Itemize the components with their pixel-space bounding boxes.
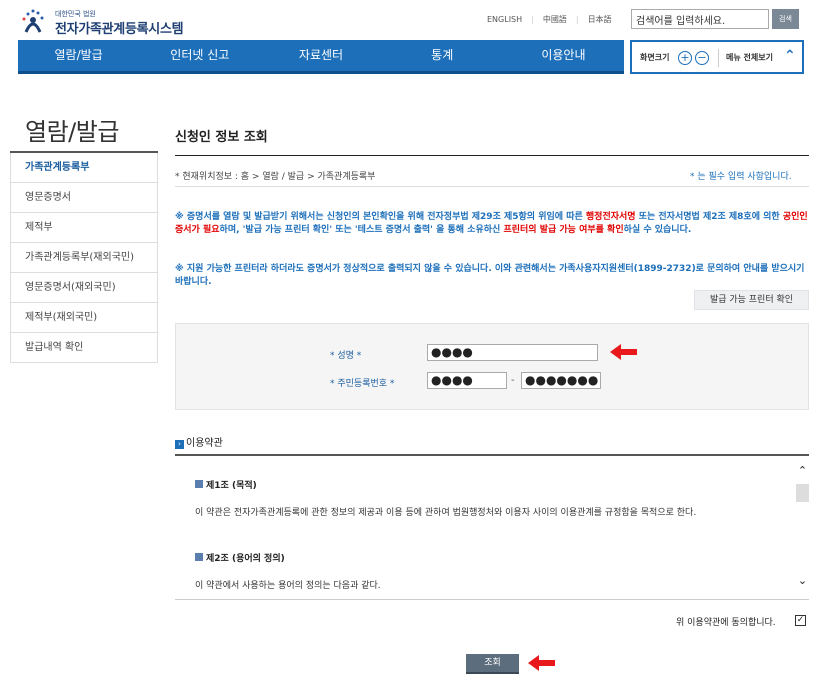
- nav-usage-guide[interactable]: 이용안내: [503, 40, 624, 71]
- sidebar-item-english-certificate[interactable]: 영문증명서: [10, 183, 158, 213]
- name-label: * 성명 *: [330, 351, 362, 361]
- article2-title: 제2조 (용어의 정의): [195, 551, 285, 564]
- terms-scrollbar[interactable]: ⌃ ⌄: [796, 462, 809, 592]
- breadcrumb: * 현재위치정보 : 홈 > 열람 / 발급 > 가족관계등록부: [175, 172, 376, 182]
- nav-statistics[interactable]: 통계: [382, 40, 503, 71]
- rrn-separator: -: [511, 375, 515, 386]
- terms-heading: › 이용약관: [175, 434, 223, 449]
- breadcrumb-divider: [175, 186, 809, 187]
- search-button[interactable]: 검색: [772, 9, 799, 29]
- article2-text: 이 약관에서 사용하는 용어의 정의는 다음과 같다.: [195, 581, 381, 591]
- sidebar-item-issue-history[interactable]: 발급내역 확인: [10, 333, 158, 363]
- sidebar-title: 열람/발급: [25, 118, 119, 146]
- lang-divider: |: [575, 15, 579, 24]
- scroll-thumb[interactable]: [796, 484, 809, 502]
- article1-text: 이 약관은 전자가족관계등록에 관한 정보의 제공과 이용 등에 관하여 법원행…: [195, 508, 697, 518]
- rrn-front-field[interactable]: ●●●●: [427, 372, 507, 389]
- logo-title: 전자가족관계등록시스템: [55, 22, 184, 37]
- all-menu-button[interactable]: 메뉴 전체보기: [726, 52, 773, 63]
- applicant-form: [175, 323, 809, 410]
- printer-notice: ※ 지원 가능한 프린터라 하더라도 증명서가 정상적으로 출력되지 않을 수 …: [175, 264, 805, 287]
- rrn-back-field[interactable]: ●●●●●●●: [521, 372, 601, 389]
- submit-button[interactable]: 조회: [466, 654, 519, 674]
- lang-chinese-link[interactable]: 中國語: [543, 15, 567, 24]
- scroll-up-icon[interactable]: ⌃: [796, 464, 809, 477]
- agree-checkbox[interactable]: ✓: [795, 615, 806, 626]
- name-field[interactable]: ●●●●: [427, 344, 598, 361]
- zoom-in-icon[interactable]: +: [678, 51, 692, 65]
- tools-divider: [718, 49, 719, 67]
- header: 대한민국 법원 전자가족관계등록시스템 ENGLISH | 中國語 | 日本語 검색: [0, 0, 821, 40]
- sidebar-item-removed-register-overseas[interactable]: 제적부(재외국민): [10, 303, 158, 333]
- search-input[interactable]: [631, 9, 769, 29]
- bullet-icon: [195, 480, 203, 488]
- chevron-up-icon[interactable]: ⌃: [784, 48, 796, 64]
- nav-data-center[interactable]: 자료센터: [260, 40, 381, 71]
- bullet-arrow-icon: ›: [175, 440, 184, 449]
- lang-divider: |: [531, 15, 534, 24]
- rrn-label: * 주민등록번호 *: [330, 379, 395, 389]
- lang-japanese-link[interactable]: 日本語: [588, 15, 612, 24]
- nav-view-issue[interactable]: 열람/발급: [18, 40, 139, 71]
- sidebar-item-removed-register[interactable]: 제적부: [10, 213, 158, 243]
- required-note: * 는 필수 입력 사항입니다.: [690, 172, 792, 182]
- printer-check-button[interactable]: 발급 가능 프린터 확인: [694, 290, 809, 310]
- terms-scroll-box[interactable]: 제1조 (목적) 이 약관은 전자가족관계등록에 관한 정보의 제공과 이용 등…: [175, 454, 809, 600]
- court-emblem-icon: [22, 9, 44, 33]
- bullet-icon: [195, 553, 203, 561]
- sidebar-item-family-register-overseas[interactable]: 가족관계등록부(재외국민): [10, 243, 158, 273]
- article1-title: 제1조 (목적): [195, 478, 257, 491]
- zoom-label: 화면크기: [640, 53, 670, 62]
- red-arrow-icon: [528, 655, 555, 671]
- zoom-out-icon[interactable]: −: [695, 51, 709, 65]
- agree-label: 위 이용약관에 동의합니다.: [676, 618, 776, 628]
- language-links: ENGLISH | 中國語 | 日本語: [487, 14, 612, 25]
- site-logo[interactable]: 대한민국 법원 전자가족관계등록시스템: [18, 6, 218, 37]
- main-nav: 열람/발급 인터넷 신고 자료센터 통계 이용안내: [18, 40, 624, 74]
- sidebar-item-family-register[interactable]: 가족관계등록부: [10, 153, 158, 183]
- scroll-down-icon[interactable]: ⌄: [796, 574, 809, 587]
- auth-notice: ※ 증명서를 열람 및 발급받기 위해서는 신청인의 본인확인을 위해 전자정부…: [175, 212, 808, 235]
- red-arrow-icon: [610, 344, 637, 360]
- nav-internet-report[interactable]: 인터넷 신고: [139, 40, 260, 71]
- sidebar-item-english-certificate-overseas[interactable]: 영문증명서(재외국민): [10, 273, 158, 303]
- page-title: 신청인 정보 조회: [175, 130, 268, 145]
- lang-english-link[interactable]: ENGLISH: [487, 15, 522, 24]
- title-divider: [175, 155, 809, 156]
- sidebar-menu: 가족관계등록부 영문증명서 제적부 가족관계등록부(재외국민) 영문증명서(재외…: [10, 151, 158, 363]
- utility-tools: 화면크기 + − 메뉴 전체보기 ⌃: [630, 40, 804, 74]
